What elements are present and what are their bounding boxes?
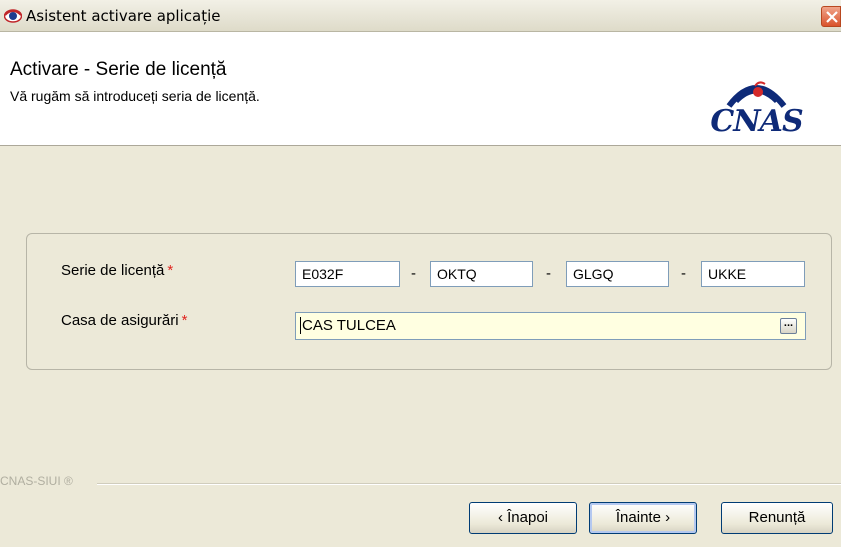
license-separator: -: [546, 265, 551, 282]
close-button[interactable]: [821, 6, 841, 27]
license-separator: -: [411, 265, 416, 282]
close-icon: [826, 11, 838, 23]
license-series-label-text: Serie de licență: [61, 262, 165, 279]
insurance-house-value: CAS TULCEA: [300, 317, 396, 334]
cancel-button[interactable]: Renunță: [721, 502, 833, 534]
page-title: Activare - Serie de licență: [10, 59, 227, 80]
footer-divider: [97, 483, 841, 485]
insurance-house-label: Casa de asigurări *: [61, 312, 187, 329]
footer-brand-label: CNAS-SIUI ®: [0, 474, 73, 488]
back-button[interactable]: ‹ Înapoi: [469, 502, 577, 534]
required-marker: *: [167, 262, 174, 279]
license-separator: -: [681, 265, 686, 282]
eye-app-icon: [4, 9, 22, 23]
logo-text: CNAS: [710, 104, 803, 139]
wizard-header: Activare - Serie de licență Vă rugăm să …: [0, 32, 841, 146]
browse-button[interactable]: ...: [780, 318, 797, 334]
license-part-3-input[interactable]: GLGQ: [566, 261, 669, 287]
next-button[interactable]: Înainte ›: [589, 502, 697, 534]
license-series-label: Serie de licență *: [61, 262, 173, 279]
license-part-2-input[interactable]: OKTQ: [430, 261, 533, 287]
license-form-panel: [26, 233, 832, 370]
page-subtitle: Vă rugăm să introduceți seria de licență…: [10, 88, 260, 104]
insurance-house-label-text: Casa de asigurări: [61, 312, 179, 329]
license-part-1-input[interactable]: E032F: [295, 261, 400, 287]
insurance-house-select[interactable]: CAS TULCEA ...: [295, 312, 806, 340]
license-part-4-input[interactable]: UKKE: [701, 261, 805, 287]
window-title: Asistent activare aplicație: [26, 7, 221, 25]
required-marker: *: [181, 312, 188, 329]
window-titlebar[interactable]: Asistent activare aplicație: [0, 0, 841, 32]
cnas-logo: CNAS: [689, 76, 824, 148]
